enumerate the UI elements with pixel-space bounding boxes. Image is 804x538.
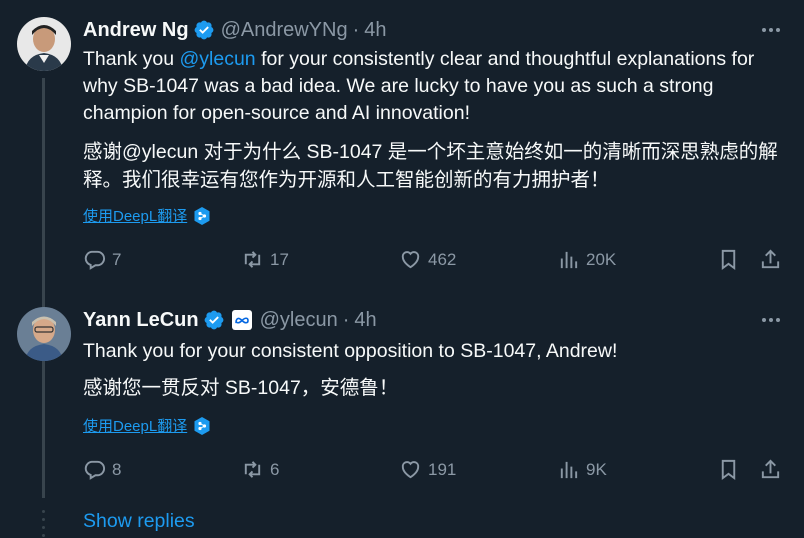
more-icon[interactable] — [762, 318, 780, 322]
like-button[interactable]: 462 — [399, 248, 456, 271]
retweet-button[interactable]: 6 — [241, 458, 279, 481]
action-bar: 8 6 191 9K — [83, 458, 788, 482]
like-button[interactable]: 191 — [399, 458, 456, 481]
tweet-translation: 感谢您一贯反对 SB-1047，安德鲁！ — [83, 377, 399, 399]
author-handle[interactable]: @AndrewYNg — [221, 19, 348, 42]
reply-count: 7 — [112, 249, 122, 269]
retweet-icon — [244, 461, 261, 478]
avatar-andrew-ng[interactable] — [17, 17, 71, 71]
thread-line — [42, 368, 45, 498]
tweet-text: Thank you for your consistent opposition… — [83, 340, 618, 362]
views-count: 20K — [586, 249, 617, 269]
bookmark-icon[interactable] — [717, 248, 740, 271]
retweet-count: 17 — [270, 249, 289, 269]
retweet-button[interactable]: 17 — [241, 248, 289, 271]
avatar-yann-lecun[interactable] — [17, 307, 71, 361]
translate-link[interactable]: 使用DeepL翻译 — [83, 205, 211, 226]
meta-affiliation-icon[interactable] — [231, 310, 252, 330]
reply-count: 8 — [112, 459, 122, 479]
bookmark-icon[interactable] — [717, 458, 740, 481]
author-name[interactable]: Yann LeCun — [83, 309, 199, 332]
timestamp[interactable]: 4h — [354, 309, 376, 332]
tweet-andrew-ng[interactable]: Andrew Ng @AndrewYNg · 4h Thank you @yle… — [0, 0, 804, 498]
views-count: 9K — [586, 459, 607, 479]
reply-icon — [84, 250, 106, 270]
separator-dot: · — [352, 18, 360, 41]
action-bar: 7 17 462 20K — [83, 248, 788, 272]
tweet-text-pre: Thank you — [83, 48, 180, 70]
mention-link[interactable]: @ylecun — [179, 48, 255, 70]
views-button[interactable]: 9K — [557, 458, 607, 481]
retweet-icon — [244, 251, 261, 268]
thread-continuation-dots — [42, 510, 45, 537]
views-icon — [560, 251, 578, 269]
more-icon[interactable] — [762, 28, 780, 32]
translate-label: 使用DeepL翻译 — [83, 208, 188, 225]
author-name[interactable]: Andrew Ng — [83, 19, 189, 42]
like-icon — [401, 461, 420, 479]
tweet-text: Thank you @ylecun for your consistently … — [83, 46, 788, 127]
reply-icon — [84, 460, 106, 480]
verified-badge-icon — [204, 310, 223, 330]
reply-button[interactable]: 8 — [83, 458, 121, 481]
share-icon[interactable] — [759, 248, 782, 271]
like-count: 462 — [428, 249, 457, 269]
like-count: 191 — [428, 459, 457, 479]
tweet-translation: 感谢@ylecun 对于为什么 SB-1047 是一个坏主意始终如一的清晰而深思… — [83, 141, 778, 191]
deepl-icon — [194, 206, 210, 225]
author-handle[interactable]: @ylecun — [260, 309, 338, 332]
views-button[interactable]: 20K — [557, 248, 616, 271]
translate-link[interactable]: 使用DeepL翻译 — [83, 415, 211, 436]
separator-dot: · — [342, 308, 350, 331]
views-icon — [560, 461, 578, 479]
show-replies-link[interactable]: Show replies — [83, 510, 195, 533]
timestamp[interactable]: 4h — [364, 19, 386, 42]
reply-button[interactable]: 7 — [83, 248, 121, 271]
share-icon[interactable] — [759, 458, 782, 481]
verified-badge-icon — [194, 20, 213, 40]
retweet-count: 6 — [270, 459, 280, 479]
like-icon — [401, 251, 420, 269]
deepl-icon — [194, 416, 210, 435]
tweet-yann-lecun[interactable]: Yann LeCun @ylecun · 4h Thank you for yo… — [0, 290, 804, 510]
translate-label: 使用DeepL翻译 — [83, 418, 188, 435]
